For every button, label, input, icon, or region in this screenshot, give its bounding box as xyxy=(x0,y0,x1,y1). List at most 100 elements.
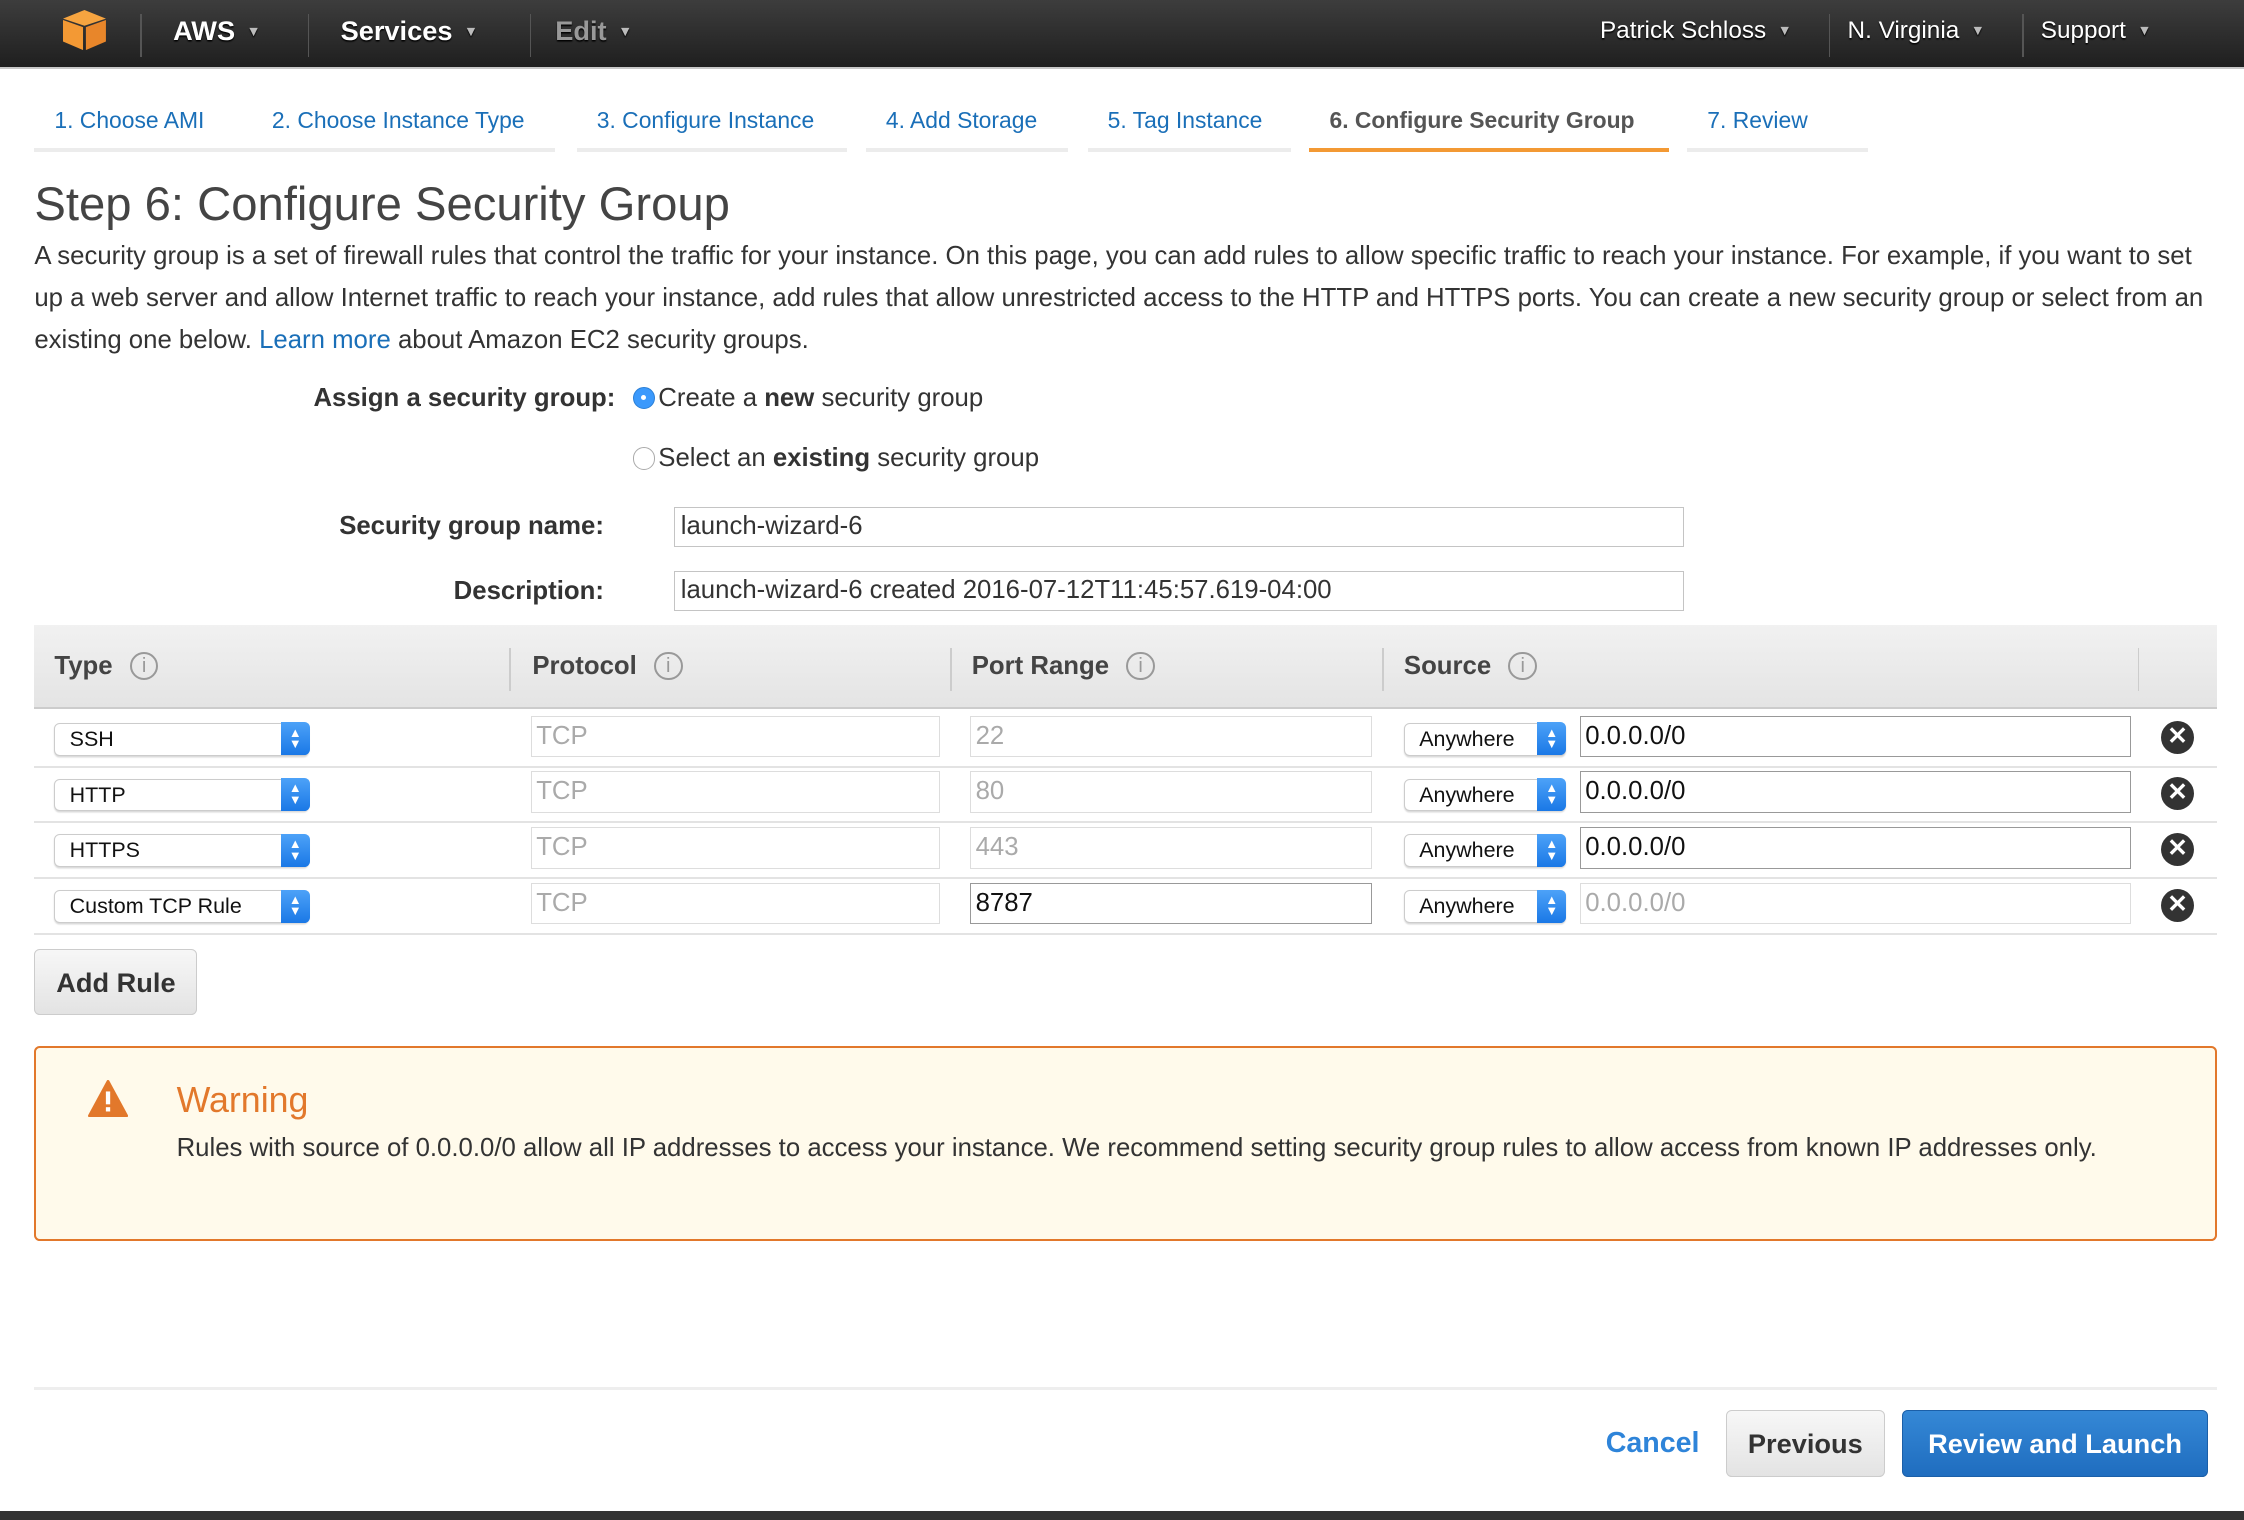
type-select[interactable]: SSH ▲ ▼ xyxy=(54,722,310,756)
wizard-tab-choose-ami[interactable]: 1. Choose AMI xyxy=(34,89,252,152)
rules-table-header: Type i Protocol i Port Range i Source i xyxy=(34,625,2217,709)
radio-label-post: security group xyxy=(814,383,984,412)
select-arrows-icon: ▲ ▼ xyxy=(280,889,310,923)
remove-rule-icon[interactable]: ✕ xyxy=(2160,832,2194,866)
type-select-value: SSH xyxy=(69,726,114,751)
services-menu[interactable]: Services ▼ xyxy=(341,0,478,63)
source-select[interactable]: Anywhere ▲ ▼ xyxy=(1403,833,1567,868)
radio-select-existing[interactable]: Select an existing security group xyxy=(632,443,1040,473)
region-menu[interactable]: N. Virginia ▼ xyxy=(1848,0,1985,63)
remove-rule-icon[interactable]: ✕ xyxy=(2160,888,2194,922)
port-range-input[interactable]: 8787 xyxy=(970,882,1373,925)
protocol-field: TCP xyxy=(530,715,941,758)
warning-triangle-icon xyxy=(87,1079,128,1117)
source-cidr-input[interactable]: 0.0.0.0/0 xyxy=(1579,715,2131,758)
ec2-launch-wizard: AWS ▼ Services ▼ Edit ▼ Patrick Schloss ▼ N.… xyxy=(0,0,2244,1520)
select-arrows-icon: ▲ ▼ xyxy=(1537,778,1567,811)
user-menu[interactable]: Patrick Schloss ▼ xyxy=(1600,0,1792,63)
description-label: Description: xyxy=(453,576,604,605)
radio-create-new[interactable]: Create a new security group xyxy=(632,383,984,413)
type-select-value: HTTP xyxy=(69,782,126,807)
wizard-tab-configure-instance[interactable]: 3. Configure Instance xyxy=(576,89,848,152)
type-select-value: HTTPS xyxy=(69,838,140,863)
footer-divider xyxy=(34,1386,2217,1390)
wizard-tab-add-storage[interactable]: 4. Add Storage xyxy=(865,89,1068,152)
nav-separator xyxy=(1828,14,1831,58)
info-icon[interactable]: i xyxy=(1508,651,1537,681)
source-cidr-input[interactable]: 0.0.0.0/0 xyxy=(1579,771,2131,813)
user-menu-label: Patrick Schloss xyxy=(1599,17,1767,44)
source-select[interactable]: Anywhere ▲ ▼ xyxy=(1403,778,1567,812)
source-select-value: Anywhere xyxy=(1419,838,1515,863)
column-separator xyxy=(509,648,511,692)
table-row: SSH ▲ ▼ TCP 22 Anywhere ▲ ▼ 0.0.0.0/0 ✕ xyxy=(34,710,2217,768)
source-select[interactable]: Anywhere ▲ ▼ xyxy=(1403,889,1567,924)
learn-more-link[interactable]: Learn more xyxy=(259,326,391,354)
type-select[interactable]: Custom TCP Rule ▲ ▼ xyxy=(54,889,310,924)
source-select[interactable]: Anywhere ▲ ▼ xyxy=(1403,722,1567,756)
security-group-name-input[interactable]: launch-wizard-6 xyxy=(674,506,1685,547)
support-menu-label: Support xyxy=(2040,17,2126,44)
source-select-value: Anywhere xyxy=(1419,894,1515,919)
header-protocol: Protocol i xyxy=(532,625,683,707)
port-range-field: 22 xyxy=(970,715,1373,758)
info-icon[interactable]: i xyxy=(129,651,159,681)
edit-menu[interactable]: Edit ▼ xyxy=(555,0,632,63)
protocol-field: TCP xyxy=(530,882,941,925)
bottom-bar xyxy=(0,1511,2244,1520)
support-menu[interactable]: Support ▼ xyxy=(2041,0,2152,63)
select-arrows-icon: ▲ ▼ xyxy=(280,833,310,867)
table-row: HTTPS ▲ ▼ TCP 443 Anywhere ▲ ▼ 0.0.0.0/0 ✕ xyxy=(34,821,2217,880)
previous-button[interactable]: Previous xyxy=(1725,1409,1885,1477)
edit-menu-label: Edit xyxy=(555,15,607,46)
wizard-tab-review[interactable]: 7. Review xyxy=(1687,89,1868,152)
region-menu-label: N. Virginia xyxy=(1847,17,1960,44)
select-arrows-icon: ▲ ▼ xyxy=(280,722,310,756)
type-select[interactable]: HTTP ▲ ▼ xyxy=(54,778,310,812)
header-source-label: Source xyxy=(1403,651,1492,680)
header-port-range-label: Port Range xyxy=(971,651,1110,680)
description-input[interactable]: launch-wizard-6 created 2016-07-12T11:45… xyxy=(674,571,1685,612)
info-icon[interactable]: i xyxy=(653,651,683,681)
header-source: Source i xyxy=(1404,625,1537,707)
review-and-launch-button[interactable]: Review and Launch xyxy=(1901,1409,2209,1477)
wizard-tab-tag-instance[interactable]: 5. Tag Instance xyxy=(1087,89,1291,152)
radio-label-bold: new xyxy=(764,383,815,412)
source-cidr-input[interactable]: 0.0.0.0/0 xyxy=(1579,827,2131,869)
radio-label-post: security group xyxy=(870,443,1040,472)
column-separator xyxy=(2138,648,2140,692)
header-protocol-label: Protocol xyxy=(532,651,637,680)
type-select[interactable]: HTTPS ▲ ▼ xyxy=(54,833,310,868)
header-type: Type i xyxy=(54,625,159,707)
aws-menu[interactable]: AWS ▼ xyxy=(173,0,261,63)
type-select-value: Custom TCP Rule xyxy=(69,894,242,919)
wizard-tab-configure-security-group[interactable]: 6. Configure Security Group xyxy=(1309,89,1669,152)
chevron-down-icon: ▼ xyxy=(246,24,261,41)
source-cidr-field: 0.0.0.0/0 xyxy=(1579,882,2131,925)
remove-rule-icon[interactable]: ✕ xyxy=(2160,721,2194,755)
source-select-value: Anywhere xyxy=(1419,782,1515,807)
add-rule-button[interactable]: Add Rule xyxy=(34,948,198,1015)
top-nav-bar: AWS ▼ Services ▼ Edit ▼ Patrick Schloss ▼ N.… xyxy=(0,0,2244,70)
assign-security-group-label: Assign a security group: xyxy=(313,383,616,412)
remove-rule-icon[interactable]: ✕ xyxy=(2160,777,2194,810)
page-title: Step 6: Configure Security Group xyxy=(34,178,730,232)
wizard-tab-choose-instance-type[interactable]: 2. Choose Instance Type xyxy=(251,89,556,152)
radio-unselected-icon[interactable] xyxy=(632,446,656,470)
port-range-field: 80 xyxy=(970,771,1373,813)
cancel-link[interactable]: Cancel xyxy=(1606,1421,1700,1467)
nav-separator xyxy=(140,14,142,58)
table-row: HTTP ▲ ▼ TCP 80 Anywhere ▲ ▼ 0.0.0.0/0 ✕ xyxy=(34,766,2217,824)
aws-cube-logo-icon[interactable] xyxy=(62,10,106,51)
info-icon[interactable]: i xyxy=(1126,651,1155,681)
port-range-field: 443 xyxy=(970,827,1373,869)
nav-separator xyxy=(529,14,531,58)
radio-selected-icon[interactable] xyxy=(632,386,656,410)
intro-paragraph: A security group is a set of firewall ru… xyxy=(34,235,2224,362)
protocol-field: TCP xyxy=(530,827,941,869)
select-arrows-icon: ▲ ▼ xyxy=(280,778,310,811)
chevron-down-icon: ▼ xyxy=(618,24,633,41)
header-type-label: Type xyxy=(54,651,113,680)
select-arrows-icon: ▲ ▼ xyxy=(1537,889,1567,923)
column-separator xyxy=(950,648,952,692)
